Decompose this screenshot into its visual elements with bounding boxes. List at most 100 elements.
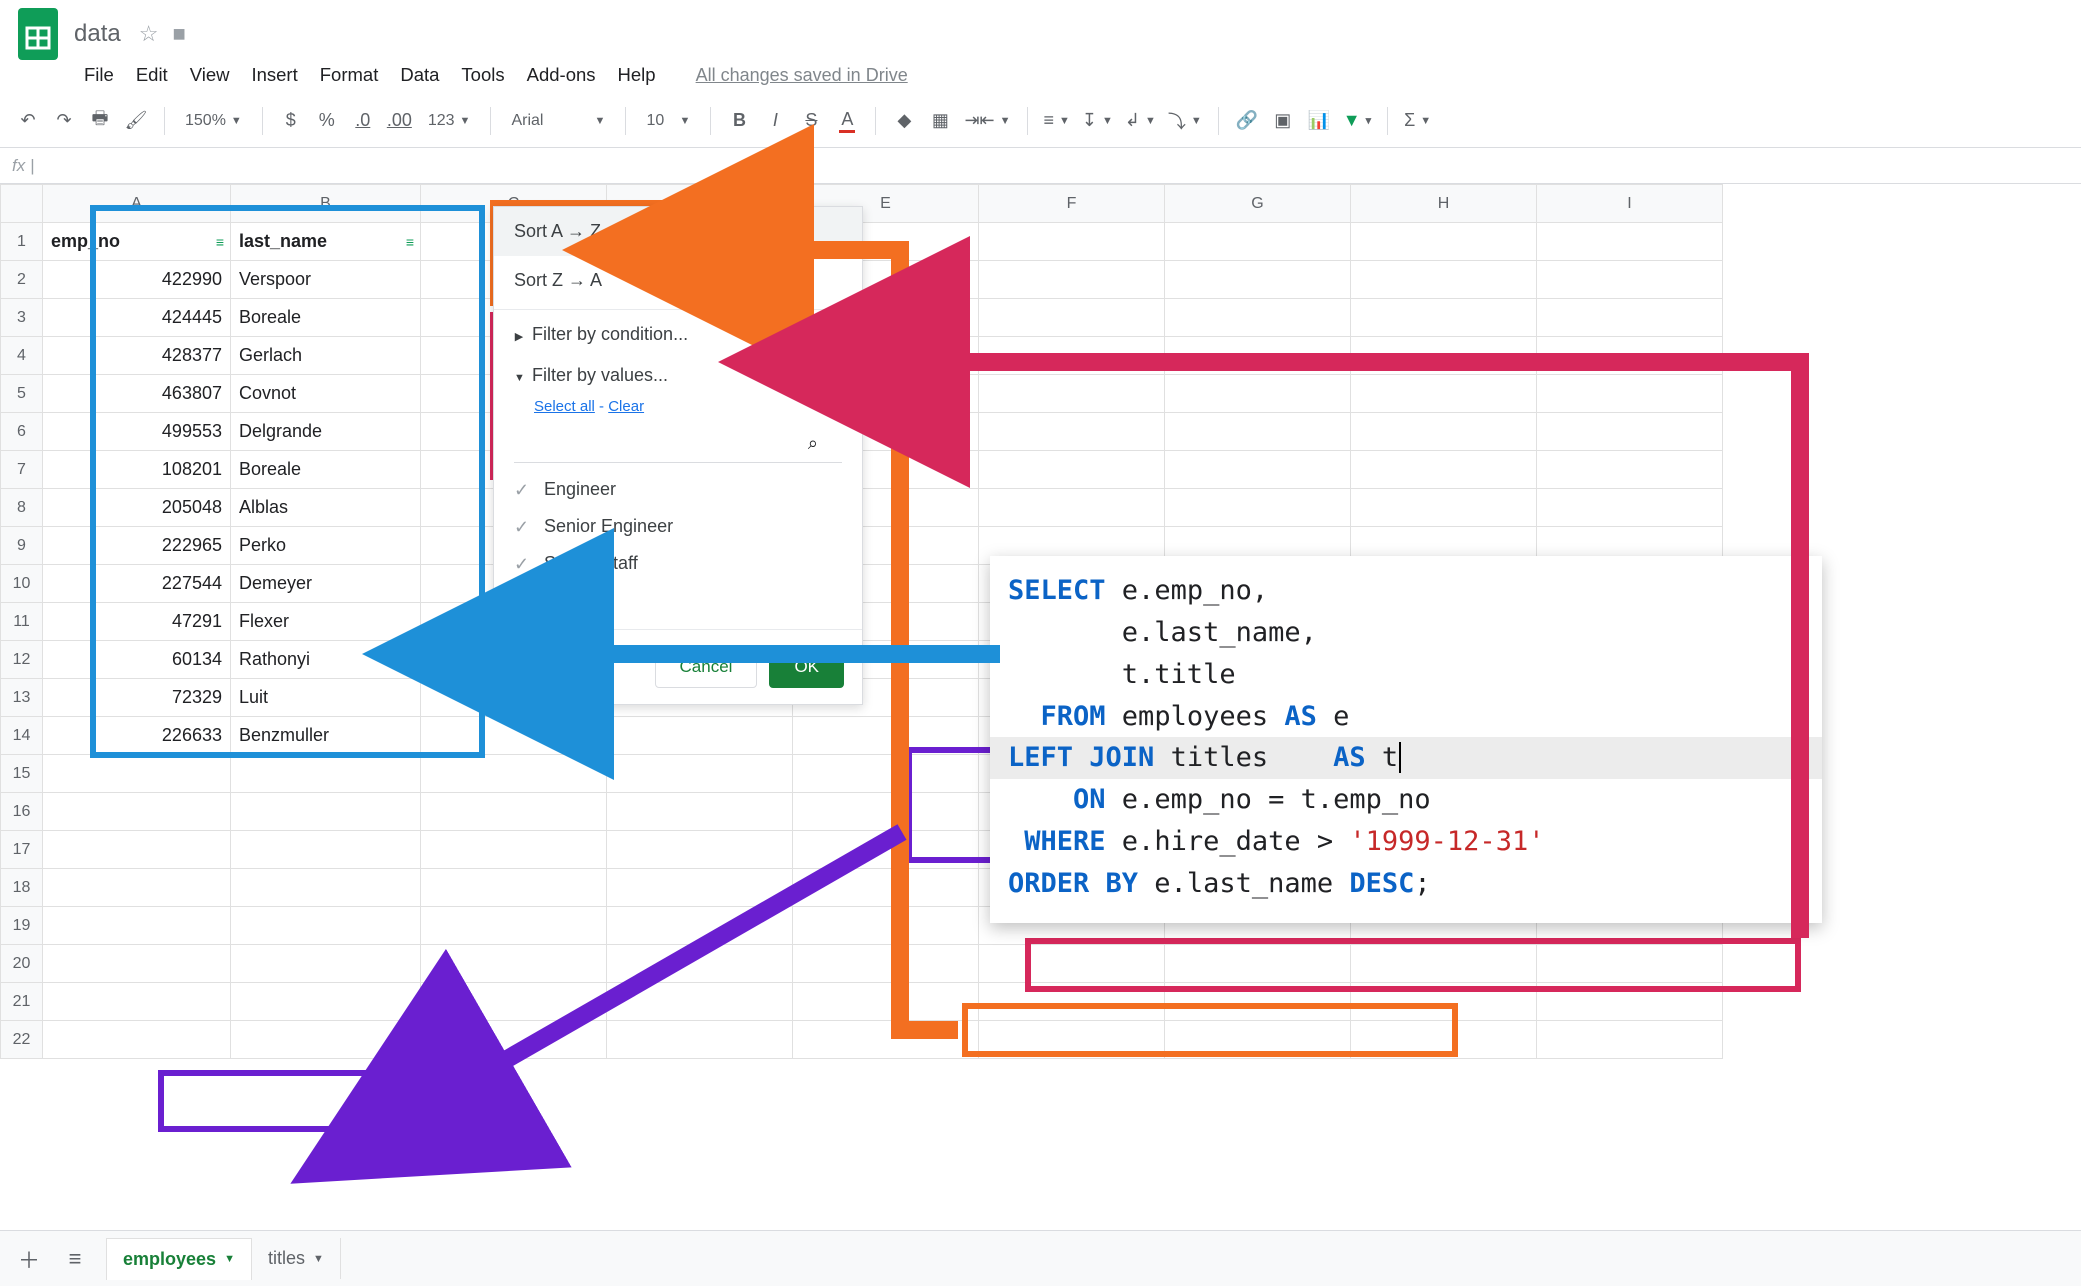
row-header[interactable]: 21 (1, 983, 43, 1021)
cell[interactable] (231, 983, 421, 1021)
row-header[interactable]: 10 (1, 565, 43, 603)
cell[interactable]: Gerlach (231, 337, 421, 375)
cell[interactable] (979, 413, 1165, 451)
cell[interactable] (421, 1021, 607, 1059)
cell[interactable] (43, 869, 231, 907)
cell[interactable] (1537, 375, 1723, 413)
cell[interactable] (793, 755, 979, 793)
cell[interactable] (979, 223, 1165, 261)
cell[interactable] (1537, 413, 1723, 451)
cell[interactable] (607, 831, 793, 869)
cell[interactable]: last_name≡ (231, 223, 421, 261)
cell[interactable]: 47291 (43, 603, 231, 641)
print-icon[interactable]: 🖶 (84, 105, 116, 137)
all-sheets-icon[interactable]: ≡ (60, 1244, 90, 1274)
cell[interactable]: 108201 (43, 451, 231, 489)
cell[interactable] (43, 755, 231, 793)
cell[interactable] (1165, 983, 1351, 1021)
cell[interactable]: Rathonyi (231, 641, 421, 679)
cell[interactable] (607, 717, 793, 755)
cell[interactable] (1537, 451, 1723, 489)
cell[interactable] (421, 717, 607, 755)
cell[interactable] (1351, 1021, 1537, 1059)
sort-a-z[interactable]: Sort A → Z (494, 207, 862, 256)
row-header[interactable]: 22 (1, 1021, 43, 1059)
cell[interactable] (1165, 1021, 1351, 1059)
cell[interactable] (793, 831, 979, 869)
move-folder-icon[interactable]: ■ (172, 21, 185, 47)
cell[interactable]: 499553 (43, 413, 231, 451)
menu-data[interactable]: Data (400, 64, 439, 86)
bold-icon[interactable]: B (723, 105, 755, 137)
cell[interactable] (421, 983, 607, 1021)
cell[interactable] (793, 983, 979, 1021)
cell[interactable] (979, 261, 1165, 299)
link-icon[interactable]: 🔗 (1231, 105, 1263, 137)
cell[interactable] (1165, 299, 1351, 337)
menu-addons[interactable]: Add-ons (527, 64, 596, 86)
cell[interactable] (979, 451, 1165, 489)
cell[interactable] (421, 869, 607, 907)
cell[interactable] (1537, 945, 1723, 983)
cell[interactable] (43, 983, 231, 1021)
text-color-icon[interactable]: A (831, 105, 863, 137)
cell[interactable]: 205048 (43, 489, 231, 527)
cell[interactable] (421, 793, 607, 831)
cell[interactable] (979, 299, 1165, 337)
sort-z-a[interactable]: Sort Z → A (494, 256, 862, 305)
cell[interactable]: 422990 (43, 261, 231, 299)
cell[interactable] (793, 945, 979, 983)
row-header[interactable]: 5 (1, 375, 43, 413)
row-header[interactable]: 1 (1, 223, 43, 261)
col-header-F[interactable]: F (979, 185, 1165, 223)
cell[interactable] (1165, 451, 1351, 489)
cell[interactable] (1165, 413, 1351, 451)
chart-icon[interactable]: 📊 (1303, 105, 1335, 137)
cell[interactable] (607, 869, 793, 907)
row-header[interactable]: 20 (1, 945, 43, 983)
cell[interactable] (231, 1021, 421, 1059)
cell[interactable] (979, 983, 1165, 1021)
corner-cell[interactable] (1, 185, 43, 223)
chevron-down-icon[interactable]: ▼ (224, 1253, 235, 1265)
format-percent-icon[interactable]: % (311, 105, 343, 137)
cell[interactable]: Perko (231, 527, 421, 565)
cell[interactable] (1537, 261, 1723, 299)
filter-icon[interactable]: ▼▾ (1339, 105, 1375, 137)
cell[interactable] (1351, 223, 1537, 261)
cell[interactable] (793, 717, 979, 755)
cell[interactable] (1351, 489, 1537, 527)
filter-value[interactable]: ✓Senior Staff (494, 545, 862, 582)
row-header[interactable]: 3 (1, 299, 43, 337)
zoom-select[interactable]: 150%▼ (177, 105, 250, 137)
cell[interactable] (43, 1021, 231, 1059)
cell[interactable]: Alblas (231, 489, 421, 527)
cell[interactable] (1537, 223, 1723, 261)
filter-search-box[interactable]: ⌕ (514, 429, 842, 463)
cell[interactable] (1165, 945, 1351, 983)
row-header[interactable]: 12 (1, 641, 43, 679)
rotate-icon[interactable]: ⤵▼ (1164, 105, 1206, 137)
font-size-select[interactable]: 10▼ (638, 105, 698, 137)
row-header[interactable]: 15 (1, 755, 43, 793)
star-icon[interactable]: ☆ (139, 21, 159, 47)
cell[interactable] (1537, 1021, 1723, 1059)
format-currency-icon[interactable]: $ (275, 105, 307, 137)
row-header[interactable]: 7 (1, 451, 43, 489)
undo-icon[interactable]: ↶ (12, 105, 44, 137)
ok-button[interactable]: OK (769, 646, 844, 688)
v-align-icon[interactable]: ↧▼ (1078, 105, 1117, 137)
row-header[interactable]: 8 (1, 489, 43, 527)
cell[interactable] (421, 907, 607, 945)
row-header[interactable]: 18 (1, 869, 43, 907)
cell[interactable] (979, 945, 1165, 983)
cell[interactable] (607, 983, 793, 1021)
cell[interactable]: Boreale (231, 451, 421, 489)
col-header-A[interactable]: A (43, 185, 231, 223)
col-header-I[interactable]: I (1537, 185, 1723, 223)
cell[interactable] (43, 907, 231, 945)
fill-color-icon[interactable]: ◆ (888, 105, 920, 137)
cell[interactable] (1165, 375, 1351, 413)
cell[interactable]: 227544 (43, 565, 231, 603)
cell[interactable]: Flexer (231, 603, 421, 641)
